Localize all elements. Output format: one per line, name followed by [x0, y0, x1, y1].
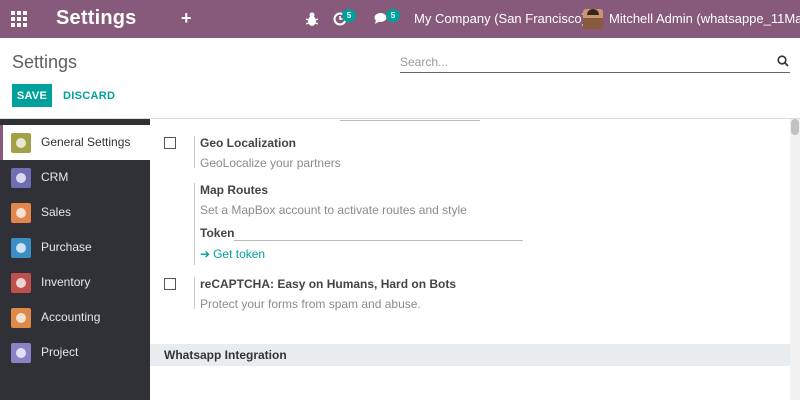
settings-content: Geo Localization GeoLocalize your partne… [150, 119, 790, 400]
divider [340, 119, 480, 121]
message-count-badge: 5 [386, 9, 400, 22]
activity-count-badge: 5 [342, 9, 356, 22]
sidebar-item-label: CRM [41, 170, 69, 184]
save-button[interactable]: SAVE [12, 84, 52, 107]
card-icon [11, 238, 31, 258]
sidebar-item-project[interactable]: Project [0, 335, 150, 370]
get-token-label: Get token [213, 247, 266, 261]
recaptcha-setting: reCAPTCHA: Easy on Humans, Hard on Bots … [194, 277, 457, 311]
bug-icon[interactable] [305, 11, 319, 27]
chart-icon [11, 203, 31, 223]
settings-sidebar: General Settings CRM Sales Purchase Inve… [0, 119, 150, 400]
sidebar-item-inventory[interactable]: Inventory [0, 265, 150, 300]
discard-button[interactable]: DISCARD [60, 84, 118, 107]
token-field[interactable] [234, 225, 523, 241]
page-title: Settings [12, 52, 78, 72]
setting-title: reCAPTCHA: Easy on Humans, Hard on Bots [200, 277, 457, 291]
control-panel: Settings SAVE DISCARD [0, 38, 800, 119]
apps-menu-icon[interactable] [11, 11, 27, 27]
setting-title: Map Routes [200, 183, 269, 197]
arrow-right-icon: ➔ [200, 247, 211, 261]
avatar[interactable] [583, 9, 603, 29]
sidebar-item-accounting[interactable]: Accounting [0, 300, 150, 335]
setting-description: GeoLocalize your partners [200, 156, 341, 170]
scrollbar[interactable] [790, 119, 800, 400]
handshake-icon [11, 168, 31, 188]
search-box [400, 52, 790, 73]
search-input[interactable] [400, 52, 770, 72]
token-label: Token [200, 226, 235, 240]
company-switcher[interactable]: My Company (San Francisco) [414, 11, 586, 26]
sidebar-item-sales[interactable]: Sales [0, 195, 150, 230]
section-title: Whatsapp Integration [164, 348, 287, 362]
box-icon [11, 273, 31, 293]
gear-icon [11, 133, 31, 153]
sidebar-item-general-settings[interactable]: General Settings [0, 125, 150, 160]
document-icon [11, 308, 31, 328]
app-title[interactable]: Settings [56, 7, 137, 30]
puzzle-icon [11, 343, 31, 363]
setting-description: Protect your forms from spam and abuse. [200, 297, 421, 311]
recaptcha-checkbox[interactable] [164, 278, 176, 290]
sidebar-item-label: Sales [41, 205, 72, 219]
sidebar-item-crm[interactable]: CRM [0, 160, 150, 195]
scrollbar-thumb[interactable] [791, 119, 799, 135]
top-navbar: Settings + 5 5 My Company (San Francisco… [0, 0, 800, 38]
geo-localization-checkbox[interactable] [164, 137, 176, 149]
get-token-link[interactable]: ➔ Get token [200, 247, 265, 261]
plus-icon[interactable]: + [181, 8, 192, 29]
section-header: Whatsapp Integration [150, 344, 790, 366]
token-row: Token [200, 225, 523, 242]
sidebar-item-purchase[interactable]: Purchase [0, 230, 150, 265]
sidebar-item-label: Inventory [41, 275, 91, 289]
sidebar-item-label: Purchase [41, 240, 92, 254]
geo-localization-setting: Geo Localization GeoLocalize your partne… [194, 136, 341, 170]
sidebar-item-label: Accounting [41, 310, 101, 324]
search-icon[interactable] [777, 55, 789, 67]
setting-title: Geo Localization [200, 136, 297, 150]
sidebar-item-label: General Settings [41, 135, 131, 149]
user-menu[interactable]: Mitchell Admin (whatsappe_11May) [609, 11, 800, 26]
sidebar-item-label: Project [41, 345, 79, 359]
setting-description: Set a MapBox account to activate routes … [200, 203, 467, 217]
